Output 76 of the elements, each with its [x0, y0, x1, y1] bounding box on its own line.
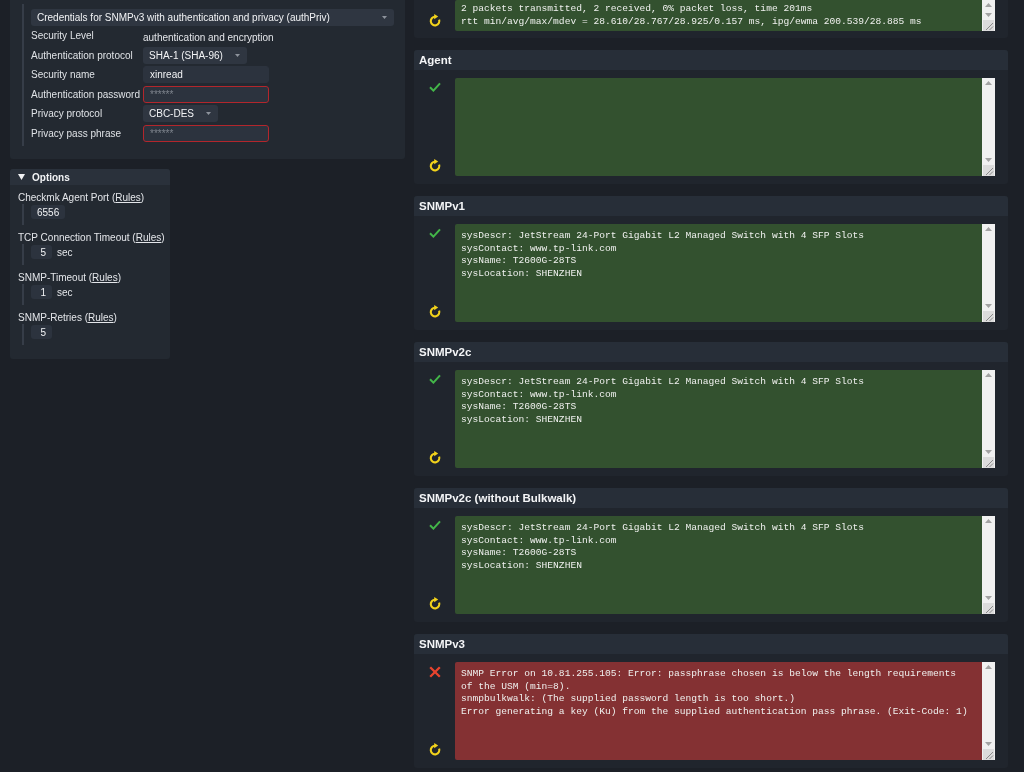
- number-input[interactable]: 5: [31, 245, 52, 259]
- section-header: SNMPv3: [414, 634, 1008, 654]
- refresh-icon[interactable]: [428, 14, 441, 27]
- section-header: SNMPv1: [414, 196, 1008, 216]
- field-label: Privacy protocol: [31, 108, 104, 120]
- input-field[interactable]: ******: [143, 85, 269, 103]
- resize-grip-icon[interactable]: [983, 165, 994, 176]
- caret-down-icon[interactable]: [985, 596, 992, 600]
- caret-down-icon[interactable]: [985, 304, 992, 308]
- resize-grip-icon[interactable]: [983, 311, 994, 322]
- caret-down-icon[interactable]: [985, 158, 992, 162]
- output-text: sysDescr: JetStream 24-Port Gigabit L2 Managed Switch with 4 SFP Slots sysContact: www.tp-link.com sysName: T2600G-28TS sysLocation: SHENZHEN: [460, 521, 865, 573]
- option-label: SNMP-Timeout (Rules): [18, 271, 121, 284]
- output-text: sysDescr: JetStream 24-Port Gigabit L2 Managed Switch with 4 SFP Slots sysContact: www.tp-link.com sysName: T2600G-28TS sysLocation: SHENZHEN: [460, 375, 865, 427]
- section-header: Agent: [414, 50, 1008, 70]
- field-label: Privacy pass phrase: [31, 127, 123, 139]
- unit-label: sec: [57, 286, 73, 298]
- number-input[interactable]: 6556: [31, 205, 66, 219]
- refresh-icon[interactable]: [428, 597, 441, 610]
- output-text: SNMP Error on 10.81.255.105: Error: passphrase chosen is below the length requirements of the USM (min=8). snmpbulkwalk: (The supplied password length is too short.) Error generating a key (Ku) from the supplied authentication pass phrase. (Exit-Code: 1): [460, 667, 969, 719]
- caret-down-icon[interactable]: [985, 450, 992, 454]
- section-header: SNMPv2c: [414, 342, 1008, 362]
- output-field[interactable]: [455, 78, 995, 176]
- caret-down-icon: [206, 112, 211, 116]
- option-label: SNMP-Retries (Rules): [18, 311, 117, 324]
- caret-down-icon[interactable]: [985, 742, 992, 746]
- caret-up-icon[interactable]: [985, 227, 992, 231]
- output-text: sysDescr: JetStream 24-Port Gigabit L2 Managed Switch with 4 SFP Slots sysContact: www.tp-link.com sysName: T2600G-28TS sysLocation: SHENZHEN: [460, 229, 865, 281]
- output-field[interactable]: 2 packets transmitted, 2 received, 0% packet loss, time 201ms rtt min/avg/max/mdev = 28.610/28.767/28.925/0.157 ms, ipg/ewma 200.539/28.885 ms: [455, 0, 995, 31]
- field-label: Authentication protocol: [31, 49, 134, 61]
- option-label: Checkmk Agent Port (Rules): [18, 191, 145, 204]
- input-field[interactable]: xinread: [143, 66, 269, 84]
- number-input[interactable]: 1: [31, 285, 52, 299]
- unit-label: sec: [57, 246, 73, 258]
- dropdown-select[interactable]: SHA-1 (SHA-96): [143, 46, 247, 64]
- caret-down-icon: [382, 16, 387, 19]
- output-field[interactable]: [455, 662, 995, 760]
- rules-link[interactable]: Rules: [88, 312, 114, 323]
- output-field[interactable]: sysDescr: JetStream 24-Port Gigabit L2 Managed Switch with 4 SFP Slots sysContact: www.tp-link.com sysName: T2600G-28TS sysLocation: SHENZHEN: [455, 516, 995, 614]
- caret-down-icon: [234, 53, 240, 57]
- scrollbar[interactable]: [982, 516, 995, 614]
- output-field[interactable]: sysDescr: JetStream 24-Port Gigabit L2 Managed Switch with 4 SFP Slots sysContact: www.tp-link.com sysName: T2600G-28TS sysLocation: SHENZHEN: [455, 224, 995, 322]
- resize-grip-icon[interactable]: [983, 749, 994, 760]
- field-label: Authentication password: [31, 88, 141, 100]
- resize-grip-icon[interactable]: [983, 20, 994, 31]
- scrollbar[interactable]: [982, 370, 995, 468]
- refresh-icon[interactable]: [428, 159, 441, 172]
- caret-up-icon[interactable]: [985, 3, 992, 7]
- number-input[interactable]: 5: [31, 325, 52, 339]
- resize-grip-icon[interactable]: [983, 457, 994, 468]
- field-label: Security Level: [31, 30, 95, 42]
- output-field[interactable]: sysDescr: JetStream 24-Port Gigabit L2 Managed Switch with 4 SFP Slots sysContact: www.tp-link.com sysName: T2600G-28TS sysLocation: SHENZHEN: [455, 370, 995, 468]
- option-label: TCP Connection Timeout (Rules): [18, 231, 165, 244]
- output-text: 2 packets transmitted, 2 received, 0% packet loss, time 201ms rtt min/avg/max/mdev = 28.610/28.767/28.925/0.157 ms, ipg/ewma 200.539/28.885 ms: [460, 2, 923, 29]
- field-label: Security name: [31, 69, 96, 81]
- scrollbar[interactable]: [982, 662, 995, 760]
- scrollbar[interactable]: [982, 224, 995, 322]
- caret-up-icon[interactable]: [985, 373, 992, 377]
- options-toggle[interactable]: Options: [10, 169, 170, 185]
- refresh-icon[interactable]: [428, 451, 441, 464]
- section-header: SNMPv2c (without Bulkwalk): [414, 488, 1008, 508]
- caret-down-icon[interactable]: [985, 13, 992, 17]
- rules-link[interactable]: Rules: [92, 272, 118, 283]
- input-field[interactable]: ******: [143, 124, 269, 142]
- field-value: authentication and encryption: [143, 30, 274, 43]
- caret-up-icon[interactable]: [985, 519, 992, 523]
- credential-type-select[interactable]: Credentials for SNMPv3 with authentication and privacy (authPriv): [31, 9, 394, 26]
- resize-grip-icon[interactable]: [983, 603, 994, 614]
- dropdown-select[interactable]: CBC-DES: [143, 105, 218, 123]
- refresh-icon[interactable]: [428, 305, 441, 318]
- scrollbar[interactable]: [982, 78, 995, 176]
- caret-up-icon[interactable]: [985, 81, 992, 85]
- caret-up-icon[interactable]: [985, 665, 992, 669]
- scrollbar[interactable]: [982, 0, 995, 31]
- rules-link[interactable]: Rules: [115, 192, 141, 203]
- refresh-icon[interactable]: [428, 743, 441, 756]
